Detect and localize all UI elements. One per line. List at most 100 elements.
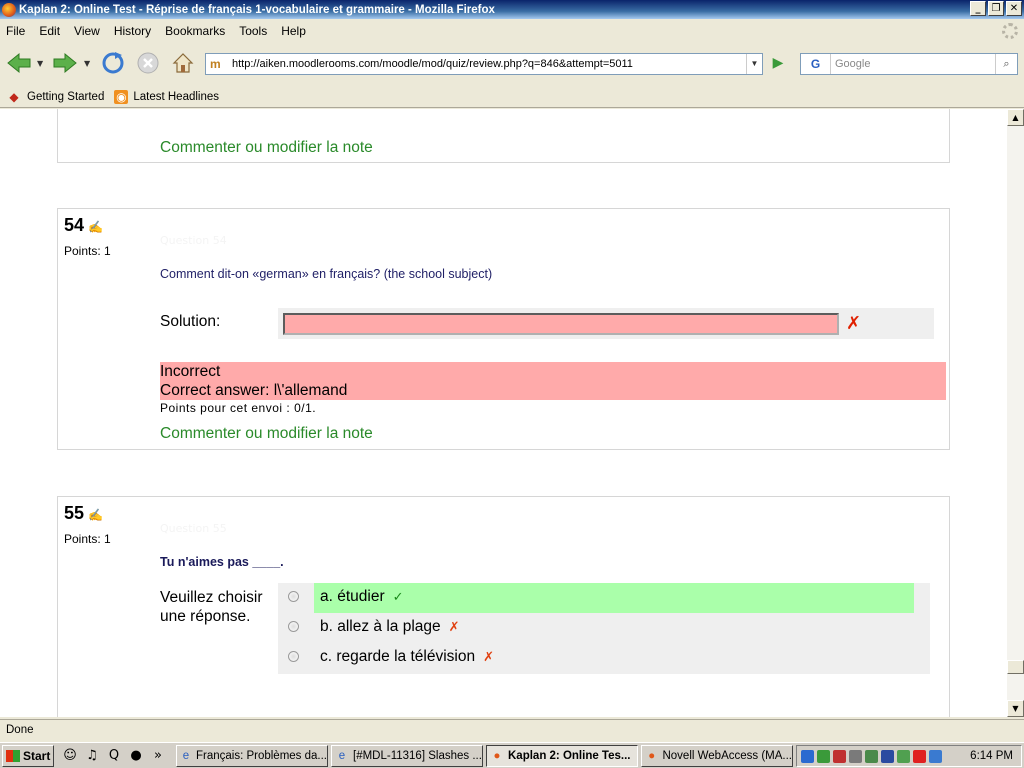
reload-icon xyxy=(102,52,124,74)
task-button[interactable]: e [#MDL-11316] Slashes ... xyxy=(331,744,483,767)
status-bar: Done xyxy=(0,719,1024,741)
question-panel-55: 55 ✍ Points: 1 Question 55 Tu n'aimes pas… xyxy=(57,496,950,717)
start-button[interactable]: Start xyxy=(2,744,54,767)
vertical-scrollbar[interactable]: ▲ ▼ xyxy=(1007,109,1024,717)
forward-button[interactable] xyxy=(52,50,78,76)
task-button[interactable]: ● Novell WebAccess (MA... xyxy=(641,744,793,767)
comment-link[interactable]: Commenter ou modifier la note xyxy=(160,425,373,443)
task-button-active[interactable]: ● Kaplan 2: Online Tes... xyxy=(486,744,638,767)
menu-view[interactable]: View xyxy=(74,24,100,38)
bookmark-label: Latest Headlines xyxy=(133,90,220,103)
bookmark-getting-started[interactable]: ◆ Getting Started xyxy=(6,90,104,104)
scroll-thumb[interactable] xyxy=(1007,660,1024,674)
choose-prompt-line: Veuillez choisir xyxy=(160,589,263,606)
choose-prompt-line: une réponse. xyxy=(160,608,251,625)
quick-launch: ☺ ♫ Q ● » xyxy=(62,748,166,763)
answer-text: c. regarde la télévision xyxy=(320,648,476,665)
quicktime-icon[interactable]: Q xyxy=(106,748,122,763)
ie-icon: e xyxy=(182,749,190,762)
question-panel-previous: Commenter ou modifier la note xyxy=(57,109,950,163)
volume-icon[interactable] xyxy=(833,749,846,763)
question-number-text: 54 xyxy=(64,215,85,235)
more-quicklaunch-icon[interactable]: » xyxy=(150,748,166,763)
bookmark-latest-headlines[interactable]: ◉ Latest Headlines xyxy=(114,89,220,104)
home-button[interactable] xyxy=(170,50,196,76)
solution-input[interactable] xyxy=(283,313,839,335)
search-icon[interactable]: ⌕ xyxy=(995,54,1017,74)
sync-icon[interactable] xyxy=(897,749,910,763)
menu-bookmarks[interactable]: Bookmarks xyxy=(165,24,225,38)
firefox-icon[interactable]: ● xyxy=(128,748,144,763)
menu-edit[interactable]: Edit xyxy=(39,24,60,38)
answer-radio[interactable] xyxy=(288,651,299,662)
scroll-up-button[interactable]: ▲ xyxy=(1007,109,1024,126)
url-bar[interactable]: m http://aiken.moodlerooms.com/moodle/mo… xyxy=(205,53,763,75)
search-input[interactable]: Google xyxy=(831,58,995,70)
search-bar[interactable]: G Google ⌕ xyxy=(800,53,1018,75)
security-icon[interactable] xyxy=(865,749,878,763)
firefox-icon: ◆ xyxy=(9,89,19,104)
scroll-down-button[interactable]: ▼ xyxy=(1007,700,1024,717)
clock[interactable]: 6:14 PM xyxy=(970,750,1013,762)
question-text: Comment dit-on «german» en français? (th… xyxy=(160,267,493,281)
url-text: http://aiken.moodlerooms.com/moodle/mod/… xyxy=(232,58,633,70)
mcafee-icon[interactable] xyxy=(913,749,926,763)
edit-pencil-icon[interactable]: ✍ xyxy=(88,220,103,234)
page-content: Commenter ou modifier la note 54 ✍ Points… xyxy=(0,109,1007,717)
question-text: Tu n'aimes pas ____. xyxy=(160,555,284,569)
start-label: Start xyxy=(23,748,51,763)
maximize-button[interactable]: ❐ xyxy=(988,1,1004,16)
status-text: Done xyxy=(6,724,34,736)
question-points: Points: 1 xyxy=(64,244,111,258)
answer-option-a[interactable]: a. étudier ✓ xyxy=(278,583,930,613)
task-button[interactable]: e Français: Problèmes da... xyxy=(176,744,328,767)
edit-pencil-icon[interactable]: ✍ xyxy=(88,508,103,522)
answer-option-c[interactable]: c. regarde la télévision ✗ xyxy=(278,643,930,673)
comment-link[interactable]: Commenter ou modifier la note xyxy=(160,139,373,157)
answer-radio[interactable] xyxy=(288,621,299,632)
url-history-dropdown-icon[interactable]: ▼ xyxy=(746,54,762,74)
antivirus-icon[interactable] xyxy=(817,749,830,763)
windows-logo-icon xyxy=(6,749,20,762)
go-button[interactable]: ▶ xyxy=(768,55,788,73)
correct-check-icon: ✓ xyxy=(392,589,404,604)
question-number: 55 ✍ xyxy=(64,503,103,524)
menu-tools[interactable]: Tools xyxy=(239,24,267,38)
answer-label: b. allez à la plage ✗ xyxy=(320,618,460,636)
moodle-favicon-icon: m xyxy=(210,57,221,71)
menu-history[interactable]: History xyxy=(114,24,151,38)
search-engine-selector[interactable]: G xyxy=(801,54,831,74)
stop-button[interactable] xyxy=(135,50,161,76)
task-label: Novell WebAccess (MA... xyxy=(662,749,792,762)
disk-icon[interactable] xyxy=(849,749,862,763)
correct-highlight xyxy=(314,583,914,613)
back-button[interactable] xyxy=(6,50,32,76)
rss-icon: ◉ xyxy=(114,89,129,104)
messenger-icon[interactable] xyxy=(929,749,942,763)
users-icon[interactable]: ☺ xyxy=(62,748,78,763)
reload-button[interactable] xyxy=(100,50,126,76)
windows-taskbar: Start ☺ ♫ Q ● » e Français: Problèmes da.… xyxy=(0,742,1024,768)
close-button[interactable]: ✕ xyxy=(1006,1,1022,16)
forward-history-dropdown-icon[interactable]: ▼ xyxy=(84,59,90,68)
navigation-toolbar: ▼ ▼ m http://aiken.moodlerooms.com/moodl… xyxy=(0,44,1024,82)
task-list: e Français: Problèmes da... e [#MDL-11316]… xyxy=(176,744,793,767)
network-icon[interactable] xyxy=(801,749,814,763)
system-tray: 6:14 PM xyxy=(796,745,1022,767)
firefox-icon: ● xyxy=(648,749,656,762)
menu-bar: File Edit View History Bookmarks Tools H… xyxy=(0,20,1024,42)
answer-text: a. étudier xyxy=(320,588,385,605)
menu-help[interactable]: Help xyxy=(281,24,306,38)
incorrect-cross-icon: ✗ xyxy=(448,619,460,634)
task-label: [#MDL-11316] Slashes ... xyxy=(353,749,482,762)
back-history-dropdown-icon[interactable]: ▼ xyxy=(37,59,43,68)
window-titlebar[interactable]: Kaplan 2: Online Test - Réprise de franç… xyxy=(0,0,1024,19)
minimize-button[interactable]: _ xyxy=(970,1,986,16)
menu-file[interactable]: File xyxy=(6,24,25,38)
device-icon[interactable] xyxy=(881,749,894,763)
question-panel-54: 54 ✍ Points: 1 Question 54 Comment dit-on… xyxy=(57,208,950,450)
stop-icon xyxy=(137,52,159,74)
itunes-icon[interactable]: ♫ xyxy=(84,748,100,763)
answer-radio[interactable] xyxy=(288,591,299,602)
answer-option-b[interactable]: b. allez à la plage ✗ xyxy=(278,613,930,643)
